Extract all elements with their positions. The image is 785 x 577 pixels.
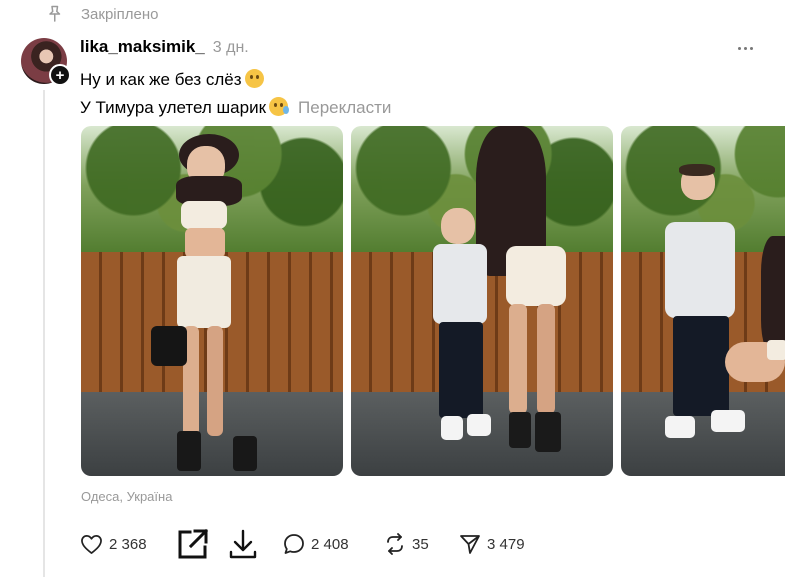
crying-face-emoji-icon — [269, 97, 290, 116]
repost-count: 35 — [412, 535, 429, 553]
repost-icon — [384, 533, 406, 555]
post-photo-2[interactable] — [351, 126, 613, 476]
post-photo-1[interactable] — [81, 126, 343, 476]
post-caption: Ну и как же без слёз У Тимура улетел шар… — [80, 66, 391, 122]
post-photo-3[interactable] — [621, 126, 785, 476]
username[interactable]: lika_maksimik_ — [80, 37, 205, 57]
heart-icon — [80, 534, 103, 555]
thread-line — [43, 90, 45, 577]
download-button[interactable] — [228, 524, 258, 564]
follow-plus-icon[interactable]: + — [49, 64, 71, 86]
send-icon — [459, 533, 481, 555]
share-button[interactable]: 3 479 — [459, 524, 525, 564]
caption-text-2: У Тимура улетел шарик — [80, 98, 267, 117]
comment-icon — [283, 533, 305, 555]
thread-post: Закріплено + lika_maksimik_ 3 дн. Ну и к… — [0, 0, 785, 577]
post-header: lika_maksimik_ 3 дн. — [80, 37, 249, 57]
open-external-button[interactable] — [176, 524, 210, 564]
like-count: 2 368 — [109, 535, 147, 553]
external-link-icon — [176, 527, 210, 561]
caption-line-2: У Тимура улетел шарик Перекласти — [80, 94, 391, 122]
comment-count: 2 408 — [311, 535, 349, 553]
post-location[interactable]: Одеса, Україна — [81, 489, 172, 504]
download-icon — [228, 528, 258, 560]
smiling-face-emoji-icon — [244, 69, 264, 88]
caption-text-1: Ну и как же без слёз — [80, 70, 242, 89]
more-options-icon[interactable] — [735, 38, 755, 58]
repost-button[interactable]: 35 — [384, 524, 429, 564]
photo-carousel[interactable] — [81, 126, 785, 476]
translate-link[interactable]: Перекласти — [298, 98, 391, 117]
like-button[interactable]: 2 368 — [80, 524, 147, 564]
pinned-indicator: Закріплено — [44, 0, 158, 28]
post-time[interactable]: 3 дн. — [213, 39, 249, 57]
comment-button[interactable]: 2 408 — [283, 524, 349, 564]
caption-line-1: Ну и как же без слёз — [80, 66, 391, 94]
pinned-label: Закріплено — [81, 5, 159, 23]
share-count: 3 479 — [487, 535, 525, 553]
action-bar: 2 368 2 408 35 3 479 — [80, 524, 785, 564]
pin-icon — [44, 3, 66, 25]
